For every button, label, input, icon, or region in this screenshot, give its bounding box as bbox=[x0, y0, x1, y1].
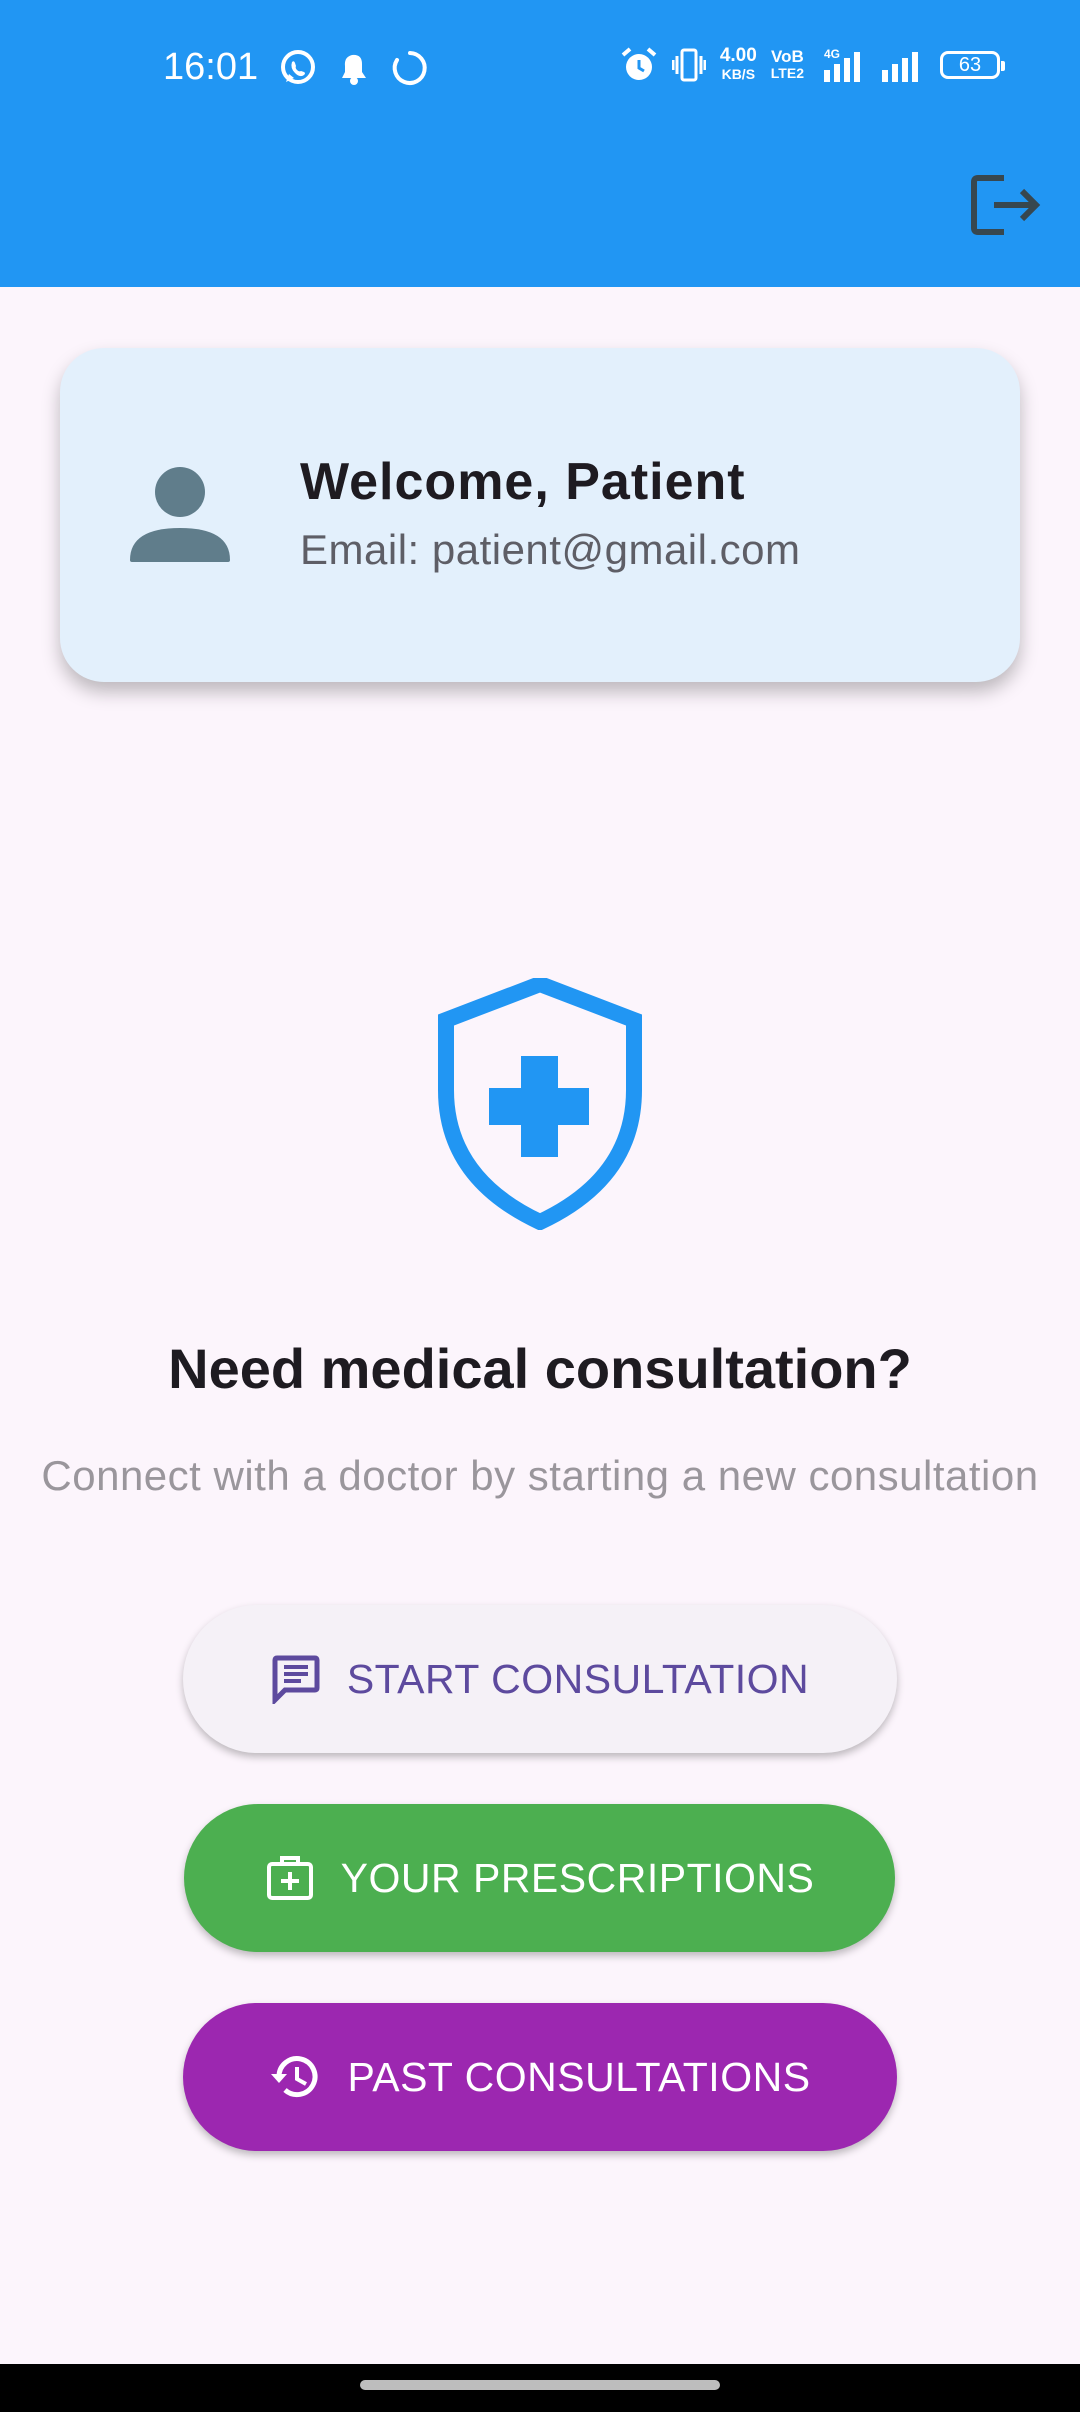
whatsapp-icon bbox=[281, 50, 315, 84]
vibrate-icon bbox=[671, 48, 706, 82]
status-bar: 16:01 4.00 KB/S VoB LTE2 4G 63 bbox=[0, 0, 1080, 140]
hero-subtitle: Connect with a doctor by starting a new … bbox=[41, 1452, 1039, 1499]
volte-indicator: VoB LTE2 bbox=[771, 48, 804, 82]
prescriptions-label: YOUR PRESCRIPTIONS bbox=[340, 1854, 815, 1901]
welcome-heading: Welcome, Patient bbox=[300, 453, 746, 511]
network-speed: 4.00 KB/S bbox=[719, 45, 757, 83]
prescriptions-button[interactable]: YOUR PRESCRIPTIONS bbox=[184, 1804, 895, 1952]
alarm-icon bbox=[621, 47, 657, 80]
signal-4g-icon: 4G bbox=[824, 47, 860, 82]
user-email: Email: patient@gmail.com bbox=[300, 526, 801, 573]
status-time: 16:01 bbox=[163, 46, 259, 88]
battery-level: 63 bbox=[958, 53, 982, 76]
hero-title: Need medical consultation? bbox=[168, 1337, 912, 1400]
app-bar: 16:01 4.00 KB/S VoB LTE2 4G 63 bbox=[0, 0, 1080, 287]
chat-icon bbox=[272, 1655, 320, 1704]
start-consultation-label: START CONSULTATION bbox=[346, 1655, 810, 1702]
volte-bottom: LTE2 bbox=[770, 65, 804, 81]
person-icon bbox=[130, 467, 230, 562]
loading-icon bbox=[392, 51, 427, 85]
battery-indicator: 63 bbox=[940, 51, 1005, 79]
start-consultation-button[interactable]: START CONSULTATION bbox=[183, 1605, 897, 1753]
system-status-icons: 4.00 KB/S VoB LTE2 4G 63 bbox=[620, 45, 1005, 84]
logout-icon[interactable] bbox=[970, 170, 1044, 240]
notification-icons bbox=[278, 48, 430, 88]
history-icon bbox=[271, 2056, 318, 2098]
past-consultations-button[interactable]: PAST CONSULTATIONS bbox=[183, 2003, 897, 2151]
medical-shield-icon bbox=[438, 978, 642, 1230]
speed-value: 4.00 bbox=[719, 45, 757, 66]
past-consultations-label: PAST CONSULTATIONS bbox=[347, 2053, 811, 2100]
volte-top: VoB bbox=[771, 47, 804, 66]
speed-unit: KB/S bbox=[721, 66, 756, 82]
medical-bag-icon bbox=[266, 1856, 313, 1900]
system-nav-bar bbox=[0, 2364, 1080, 2412]
network-type-label: 4G bbox=[824, 47, 840, 61]
signal-icon bbox=[882, 52, 918, 82]
bell-icon bbox=[342, 54, 366, 85]
home-gesture-handle[interactable] bbox=[360, 2380, 720, 2390]
welcome-card: Welcome, Patient Email: patient@gmail.co… bbox=[60, 348, 1020, 682]
